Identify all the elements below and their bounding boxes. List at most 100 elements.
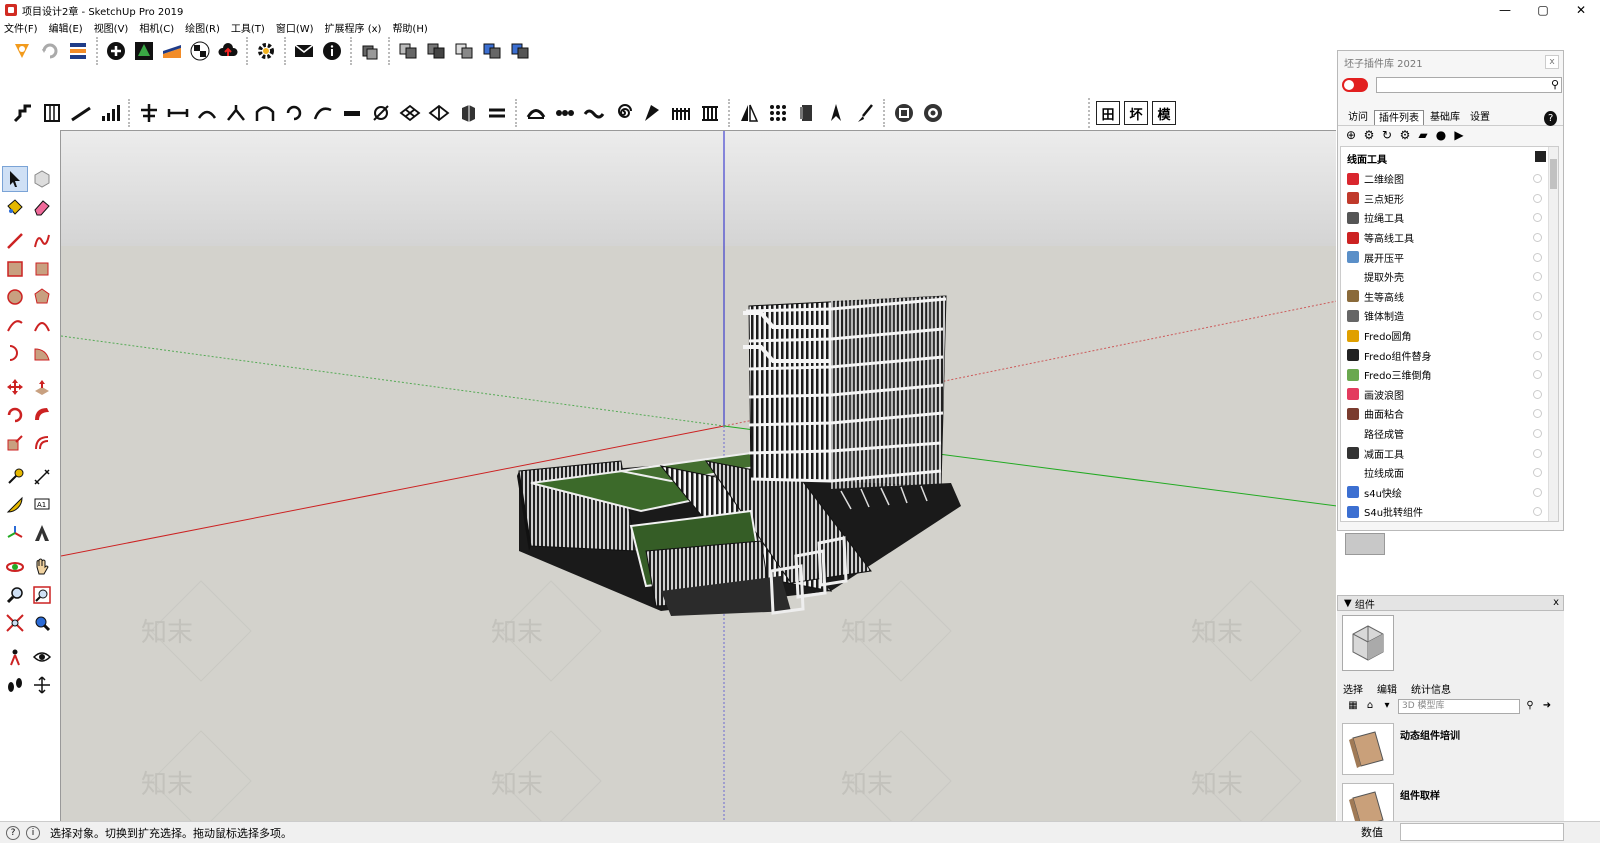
home-icon[interactable]: ⌂ [1363, 699, 1377, 713]
plugin-item[interactable]: 曲面粘合 [1341, 404, 1558, 424]
arc-2pt-icon[interactable] [29, 312, 55, 338]
plugin-library-icon[interactable] [9, 38, 35, 64]
dome-icon[interactable] [522, 100, 549, 126]
add-circle-icon[interactable] [103, 38, 129, 64]
line-tool-icon[interactable] [2, 228, 28, 254]
pan-tool-icon[interactable] [29, 554, 55, 580]
help-icon[interactable]: ? [1544, 111, 1557, 126]
align-icon[interactable] [135, 100, 162, 126]
grid-dots-icon[interactable] [764, 100, 791, 126]
photo-icon[interactable] [919, 100, 946, 126]
plugin-favorite-icon[interactable] [1533, 193, 1542, 203]
drawing-viewport[interactable]: 知末 知末 知末 知末 知末 知末 知末 知末 [60, 130, 1336, 821]
plugin-item[interactable]: 等高线工具 [1341, 228, 1558, 248]
plugin-favorite-icon[interactable] [1533, 389, 1542, 399]
plugin-item[interactable]: Fredo三维倒角 [1341, 365, 1558, 385]
plugin-list-scrollbar[interactable] [1548, 147, 1558, 521]
plugin-favorite-icon[interactable] [1533, 448, 1542, 458]
menu-view[interactable]: 视图(V) [94, 20, 129, 35]
component-item[interactable]: 动态组件培训 [1342, 723, 1557, 779]
plugin-toggle-switch[interactable] [1342, 78, 1368, 92]
rotated-rectangle-icon[interactable] [29, 256, 55, 282]
plugin-item[interactable]: 提取外壳 [1341, 267, 1558, 287]
mirror-icon[interactable] [735, 100, 762, 126]
rotate-tool-icon[interactable] [2, 402, 28, 428]
flag-icon[interactable] [638, 100, 665, 126]
tab-edit[interactable]: 编辑 [1377, 681, 1397, 696]
tree-icon[interactable] [131, 38, 157, 64]
manage-icon[interactable]: ⚙ [1396, 128, 1414, 142]
settings-gear-icon[interactable]: ⚙ [1360, 128, 1378, 142]
menu-edit[interactable]: 编辑(E) [49, 20, 83, 35]
components-tray-header[interactable]: ▼ 组件 x [1337, 595, 1564, 611]
plugin-item[interactable]: 路径成管 [1341, 424, 1558, 444]
layers-icon[interactable] [65, 38, 91, 64]
position-camera-icon[interactable] [2, 644, 28, 670]
plugin-item[interactable]: 画波浪图 [1341, 385, 1558, 405]
mesh-icon[interactable] [396, 100, 423, 126]
paint-bucket-icon[interactable] [2, 194, 28, 220]
plugin-item[interactable]: Fredo圆角 [1341, 326, 1558, 346]
select-tool-icon[interactable] [2, 166, 28, 192]
orbit-tool-icon[interactable] [2, 554, 28, 580]
info-icon[interactable] [319, 38, 345, 64]
plugin-item[interactable]: 二维绘图 [1341, 169, 1558, 189]
plugin-category-header[interactable]: 线面工具 [1341, 147, 1558, 169]
measurements-input[interactable] [1400, 823, 1564, 841]
tab-plugin-list[interactable]: 插件列表 [1374, 110, 1424, 125]
tab-base-library[interactable]: 基础库 [1426, 110, 1464, 125]
menu-camera[interactable]: 相机(C) [139, 20, 174, 35]
rectangle-tool-icon[interactable] [2, 256, 28, 282]
group-icon-1[interactable] [395, 38, 421, 64]
plugin-favorite-icon[interactable] [1533, 233, 1542, 243]
mesh-2-icon[interactable] [425, 100, 452, 126]
plugin-favorite-icon[interactable] [1533, 252, 1542, 262]
view-options-icon[interactable]: ▦ [1346, 699, 1360, 713]
plugin-favorite-icon[interactable] [1533, 311, 1542, 321]
pen-curve-icon[interactable] [367, 100, 394, 126]
camera-icon[interactable] [890, 100, 917, 126]
pointer-tool-icon[interactable] [822, 100, 849, 126]
walk-tool-icon[interactable] [2, 672, 28, 698]
close-button[interactable]: ✕ [1562, 0, 1600, 20]
gear-icon[interactable] [253, 38, 279, 64]
text-tool-icon[interactable]: A1 [29, 492, 55, 518]
stairs-icon[interactable] [9, 100, 36, 126]
plugin-item[interactable]: Fredo组件替身 [1341, 345, 1558, 365]
divide-icon[interactable] [164, 100, 191, 126]
material-swatch[interactable] [1345, 533, 1385, 555]
group-icon-5[interactable] [507, 38, 533, 64]
plugin-item[interactable]: 生等高线 [1341, 287, 1558, 307]
plugin-favorite-icon[interactable] [1533, 272, 1542, 282]
tape-measure-icon[interactable] [2, 464, 28, 490]
menu-tools[interactable]: 工具(T) [231, 20, 265, 35]
plugin-favorite-icon[interactable] [1533, 331, 1542, 341]
spiral-icon[interactable] [609, 100, 636, 126]
details-arrow-icon[interactable]: ➜ [1540, 699, 1554, 713]
cloud-upload-icon[interactable] [215, 38, 241, 64]
arch-icon[interactable] [251, 100, 278, 126]
protractor-icon[interactable] [2, 492, 28, 518]
move-tool-icon[interactable] [2, 374, 28, 400]
pie-tool-icon[interactable] [29, 340, 55, 366]
tray-close-button[interactable]: x [1553, 597, 1559, 608]
polygon-tool-icon[interactable] [29, 284, 55, 310]
plugin-favorite-icon[interactable] [1533, 487, 1542, 497]
plugin-favorite-icon[interactable] [1533, 174, 1542, 184]
circle-tool-icon[interactable] [2, 284, 28, 310]
group-icon-3[interactable] [451, 38, 477, 64]
follow-me-icon[interactable] [29, 402, 55, 428]
roof-icon[interactable] [159, 38, 185, 64]
tab-visit[interactable]: 访问 [1344, 110, 1372, 125]
bend-icon[interactable] [193, 100, 220, 126]
plugin-item[interactable]: 锥体制造 [1341, 306, 1558, 326]
eraser-icon[interactable] [29, 194, 55, 220]
plugin-favorite-icon[interactable] [1533, 370, 1542, 380]
arc-tool-icon[interactable] [2, 312, 28, 338]
menu-help[interactable]: 帮助(H) [392, 20, 427, 35]
plugin-item[interactable]: 展开压平 [1341, 247, 1558, 267]
plugin-item[interactable]: 减面工具 [1341, 443, 1558, 463]
curve-icon[interactable] [309, 100, 336, 126]
plugin-favorite-icon[interactable] [1533, 291, 1542, 301]
scale-tool-icon[interactable] [2, 430, 28, 456]
